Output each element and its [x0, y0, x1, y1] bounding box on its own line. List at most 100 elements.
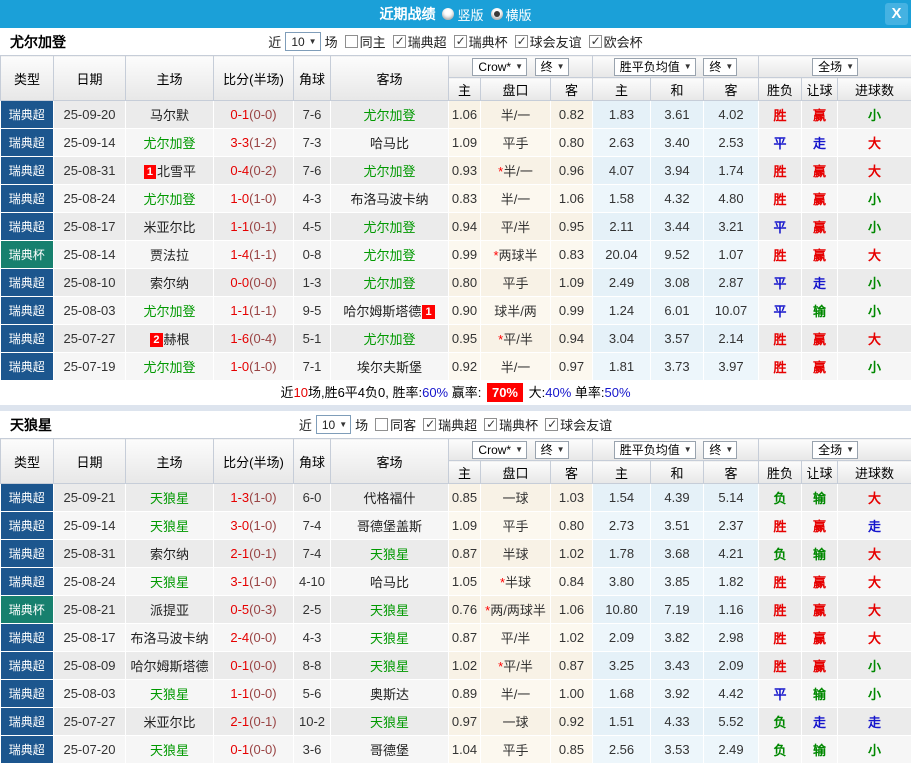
final-dropdown[interactable]: 终▼ — [535, 58, 569, 76]
home-team-cell: 天狼星 — [126, 512, 214, 540]
corner-cell: 7-1 — [294, 353, 331, 381]
result-cell: 胜 — [759, 568, 802, 596]
company-dropdown[interactable]: Crow*▼ — [472, 58, 527, 76]
score-cell: 2-1(0-1) — [214, 540, 294, 568]
final-dropdown-2[interactable]: 终▼ — [703, 58, 737, 76]
corner-cell: 5-1 — [294, 325, 331, 353]
subcol-cover: 让球 — [802, 78, 838, 101]
competition-checkbox[interactable] — [484, 418, 497, 431]
avg-away-cell: 4.80 — [704, 185, 759, 213]
layout-option-horizontal[interactable]: 横版 — [491, 5, 532, 24]
away-team-cell: 哈尔姆斯塔德1 — [331, 297, 449, 325]
competition-checkbox[interactable] — [589, 35, 602, 48]
halftime-score: (0-2) — [249, 163, 276, 178]
corner-cell: 9-5 — [294, 297, 331, 325]
subcol-odds-home: 主 — [449, 461, 481, 484]
match-date: 25-08-14 — [54, 241, 126, 269]
result-cell: 胜 — [759, 185, 802, 213]
team-label: 埃尔夫斯堡 — [357, 360, 422, 375]
avg-home-cell: 2.63 — [593, 129, 651, 157]
avg-home-cell: 1.58 — [593, 185, 651, 213]
radio-vertical-icon[interactable] — [442, 8, 454, 20]
avg-away-cell: 3.97 — [704, 353, 759, 381]
radio-horizontal-icon[interactable] — [491, 8, 503, 20]
team-label: 天狼星 — [370, 547, 409, 562]
cover-cell: 输 — [802, 297, 838, 325]
radio-horizontal-label: 横版 — [506, 5, 532, 24]
recent-count-select[interactable]: 10 ▼ — [316, 415, 351, 434]
competition-badge: 瑞典超 — [1, 568, 54, 596]
layout-option-vertical[interactable]: 竖版 — [442, 5, 483, 24]
cover-cell: 赢 — [802, 512, 838, 540]
team-label: 哈尔姆斯塔德 — [343, 304, 421, 319]
avg-away-cell: 1.16 — [704, 596, 759, 624]
team-label: 索尔纳 — [150, 547, 189, 562]
handicap-cell: 半/一 — [481, 185, 551, 213]
score-cell: 1-3(1-0) — [214, 484, 294, 512]
halftime-score: (1-0) — [249, 518, 276, 533]
team-label: 天狼星 — [370, 603, 409, 618]
avg-dropdown[interactable]: 胜平负均值▼ — [614, 58, 696, 76]
results-table: 类型 日期 主场 比分(半场) 角球 客场 Crow*▼ 终▼ 胜平负均值▼ 终… — [0, 438, 911, 764]
recent-count-select[interactable]: 10 ▼ — [285, 32, 320, 51]
home-team-cell: 尤尔加登 — [126, 129, 214, 157]
same-venue-checkbox[interactable] — [345, 35, 358, 48]
match-row: 瑞典杯25-08-21派提亚0-5(0-3)2-5天狼星0.76*两/两球半1.… — [1, 596, 911, 624]
competition-checkbox[interactable] — [454, 35, 467, 48]
team-label: 布洛马波卡纳 — [130, 631, 208, 646]
summary-segment: 10 — [293, 385, 307, 400]
home-odds-cell: 1.09 — [449, 129, 481, 157]
match-date: 25-08-03 — [54, 297, 126, 325]
same-venue-checkbox[interactable] — [375, 418, 388, 431]
goals-cell: 大 — [838, 241, 911, 269]
team-label: 赫根 — [164, 332, 190, 347]
near-label: 近 — [268, 32, 281, 51]
avg-home-cell: 3.04 — [593, 325, 651, 353]
summary-row: 近10场,胜6平4负0, 胜率:60% 赢率: 70% 大:40% 单率:50% — [0, 381, 911, 405]
handicap-label: 两球半 — [499, 248, 538, 263]
same-venue-label: 同客 — [390, 415, 416, 434]
team-label: 天狼星 — [150, 491, 189, 506]
avg-home-cell: 1.51 — [593, 708, 651, 736]
avg-draw-cell: 9.52 — [651, 241, 704, 269]
team-label: 哈马比 — [370, 575, 409, 590]
competition-checkbox[interactable] — [393, 35, 406, 48]
score-cell: 0-5(0-3) — [214, 596, 294, 624]
competition-checkbox[interactable] — [515, 35, 528, 48]
handicap-label: 一球 — [502, 715, 528, 730]
scope-dropdown[interactable]: 全场▼ — [812, 441, 858, 459]
rank-badge: 2 — [150, 333, 162, 347]
handicap-label: 球半/两 — [494, 304, 537, 319]
scope-dropdown[interactable]: 全场▼ — [812, 58, 858, 76]
fulltime-score: 2-1 — [230, 546, 249, 561]
home-team-cell: 索尔纳 — [126, 540, 214, 568]
away-team-cell: 天狼星 — [331, 652, 449, 680]
competition-checkbox[interactable] — [545, 418, 558, 431]
goals-cell: 大 — [838, 325, 911, 353]
radio-vertical-label: 竖版 — [457, 5, 483, 24]
competition-checkbox[interactable] — [423, 418, 436, 431]
avg-draw-cell: 3.73 — [651, 353, 704, 381]
company-dropdown-value: Crow* — [478, 60, 511, 74]
away-odds-cell: 1.09 — [551, 269, 593, 297]
odds-dropdown-cell: Crow*▼ 终▼ — [449, 56, 593, 78]
competition-badge: 瑞典超 — [1, 129, 54, 157]
final-dropdown[interactable]: 终▼ — [535, 441, 569, 459]
avg-dropdown[interactable]: 胜平负均值▼ — [614, 441, 696, 459]
match-row: 瑞典超25-09-14天狼星3-0(1-0)7-4哥德堡盖斯1.09平手0.80… — [1, 512, 911, 540]
home-team-cell: 贾法拉 — [126, 241, 214, 269]
goals-cell: 大 — [838, 157, 911, 185]
final-dropdown-2[interactable]: 终▼ — [703, 441, 737, 459]
avg-draw-cell: 3.51 — [651, 512, 704, 540]
fulltime-score: 1-4 — [230, 247, 249, 262]
match-row: 瑞典超25-08-03天狼星1-1(0-0)5-6奥斯达0.89半/一1.001… — [1, 680, 911, 708]
avg-draw-cell: 7.19 — [651, 596, 704, 624]
match-row: 瑞典超25-08-10索尔纳0-0(0-0)1-3尤尔加登0.80平手1.092… — [1, 269, 911, 297]
fulltime-score: 1-1 — [230, 303, 249, 318]
chevron-down-icon: ▼ — [846, 445, 854, 454]
close-icon[interactable]: X — [885, 3, 908, 25]
company-dropdown[interactable]: Crow*▼ — [472, 441, 527, 459]
handicap-cell: 半/一 — [481, 101, 551, 129]
summary-segment: 70% — [487, 383, 523, 402]
competition-filters: 瑞典超瑞典杯球会友谊 — [416, 415, 612, 434]
